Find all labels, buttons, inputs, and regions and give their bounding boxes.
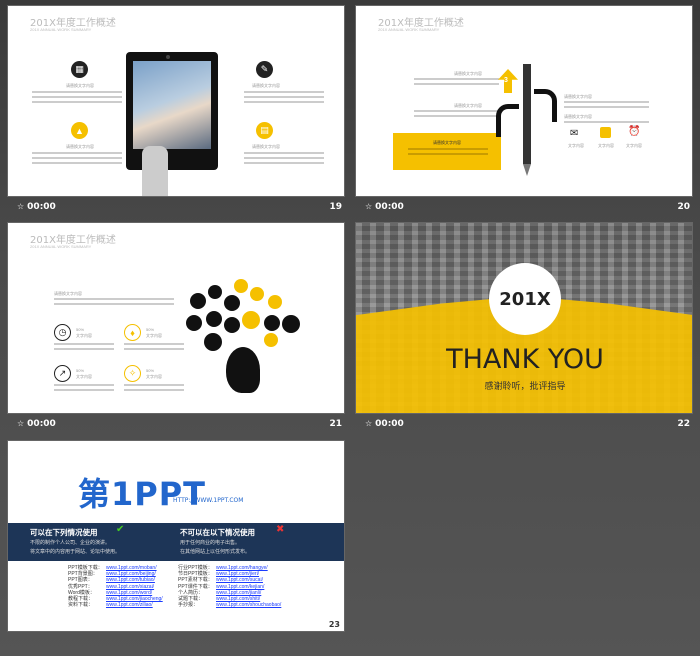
icon-caption: 文字内容 — [598, 143, 614, 148]
slide-subtitle: 201X ANNUAL WORK SUMMARY — [30, 244, 92, 249]
star-icon: ☆ — [17, 202, 25, 211]
link-label: PPT素材下载： — [178, 577, 213, 584]
slide-info-bar: ☆ 00:00 21 — [7, 417, 345, 434]
link-label: 资料下载： — [68, 602, 94, 609]
slide-info-bar: ☆ 00:00 19 — [7, 200, 345, 217]
cannot-use-line-2: 在其他网站上以任何形式发布。 — [180, 549, 251, 555]
resource-link[interactable]: www.1ppt.com/ziliao/ — [106, 602, 163, 608]
chart-icon: ↗ — [54, 365, 71, 382]
resource-link[interactable]: www.1ppt.com/tubiao/ — [106, 577, 163, 583]
mail-icon: ✉ — [570, 128, 579, 139]
right-links: www.1ppt.com/hangye/ www.1ppt.com/jieri/… — [216, 565, 281, 608]
can-use-heading: 可以在下列情况使用 — [30, 528, 98, 537]
slide-19[interactable]: 201X年度工作概述 201X ANNUAL WORK SUMMARY ▦ 请替… — [7, 5, 345, 217]
item-caption: 文字内容 — [146, 333, 162, 338]
slide-timing: ☆ 00:00 — [17, 419, 56, 429]
slide-number: 19 — [329, 202, 342, 212]
item-caption: 文字内容 — [76, 333, 92, 338]
head-icon-cloud-graphic — [184, 275, 304, 395]
tablet-image — [126, 52, 218, 170]
thumbs-up-icon — [600, 127, 611, 138]
slide-thumbnail[interactable]: 第1PPT HTTP://WWW.1PPT.COM 可以在下列情况使用 ✔ 不可… — [7, 440, 345, 632]
percent-label: 50% — [76, 327, 85, 332]
document-icon: ▤ — [256, 122, 273, 139]
icon-caption: 文字内容 — [568, 143, 584, 148]
usage-banner: 可以在下列情况使用 ✔ 不可以在以下情况使用 ✖ 不限的制作个人公司、企业的演讲… — [8, 523, 344, 561]
clock-icon: ◷ — [54, 324, 71, 341]
slide-number: 21 — [329, 419, 342, 429]
left-link-labels: PPT模板下载： PPT背景图： PPT图表： 优秀PPT： Word模板： 教… — [68, 565, 103, 608]
item-label: 请替换文字内容 — [564, 114, 592, 119]
item-label: 请替换文字内容 — [54, 291, 82, 296]
slide-22[interactable]: 201X THANK YOU 感谢聆听，批评指导 ☆ 00:00 22 — [355, 222, 693, 434]
slide-number: 23 — [328, 620, 340, 629]
item-label: 请替换文字内容 — [252, 83, 280, 88]
slide-subtitle: 201X ANNUAL WORK SUMMARY — [378, 27, 440, 32]
item-caption: 文字内容 — [146, 374, 162, 379]
cannot-use-heading: 不可以在以下情况使用 — [180, 528, 255, 537]
lightbulb-icon: ✧ — [124, 365, 141, 382]
right-link-labels: 行业PPT模板： 节日PPT模板： PPT素材下载： PPT课件下载： 个人简历… — [178, 565, 213, 608]
slide-23[interactable]: 第1PPT HTTP://WWW.1PPT.COM 可以在下列情况使用 ✔ 不可… — [7, 440, 345, 652]
slide-21[interactable]: 201X年度工作概述 201X ANNUAL WORK SUMMARY 请替换文… — [7, 222, 345, 434]
item-caption: 文字内容 — [76, 374, 92, 379]
year-circle: 201X — [489, 263, 561, 335]
link-label: 手抄报： — [178, 602, 199, 609]
thank-you-subtitle: 感谢聆听，批评指导 — [484, 381, 566, 391]
slide-thumbnail[interactable]: 201X THANK YOU 感谢聆听，批评指导 — [355, 222, 693, 414]
slide-info-bar: ☆ 00:00 22 — [355, 417, 693, 434]
icon-caption: 文字内容 — [626, 143, 642, 148]
can-use-line-2: 将文章中的内容用于网站、论坛中使用。 — [30, 549, 121, 555]
calendar-icon: ▦ — [71, 61, 88, 78]
slide-number: 22 — [677, 419, 690, 429]
star-icon: ☆ — [365, 419, 373, 428]
left-links: www.1ppt.com/moban/ www.1ppt.com/beijing… — [106, 565, 163, 608]
item-label: 请替换文字内容 — [433, 140, 461, 145]
alarm-clock-icon: ⏰ — [628, 126, 641, 137]
graduation-icon: ▲ — [71, 122, 88, 139]
slide-timing: ☆ 00:00 — [365, 419, 404, 429]
resource-link[interactable]: www.1ppt.com/shouchaobao/ — [216, 602, 281, 608]
percent-label: 50% — [146, 327, 155, 332]
highlight-box: 请替换文字内容 — [393, 133, 501, 170]
slide-info-bar: ☆ 00:00 20 — [355, 200, 693, 217]
slide-timing: ☆ 00:00 — [365, 202, 404, 212]
pencil-arrows-graphic: 3 — [496, 64, 561, 179]
item-label: 请替换文字内容 — [454, 71, 482, 76]
pen-icon: ✎ — [256, 61, 273, 78]
star-icon: ☆ — [365, 202, 373, 211]
percent-label: 50% — [76, 368, 85, 373]
item-label: 请替换文字内容 — [66, 144, 94, 149]
hand-pointer-icon — [142, 146, 168, 196]
step-number: 3 — [504, 77, 508, 84]
slide-thumbnail[interactable]: 201X年度工作概述 201X ANNUAL WORK SUMMARY 请替换文… — [7, 222, 345, 414]
logo-url: HTTP://WWW.1PPT.COM — [173, 497, 244, 504]
thumbs-up-icon: ♦ — [124, 324, 141, 341]
thank-you-title: THANK YOU — [446, 344, 604, 375]
slide-subtitle: 201X ANNUAL WORK SUMMARY — [30, 27, 92, 32]
item-label: 请替换文字内容 — [66, 83, 94, 88]
link-label: PPT课件下载： — [178, 583, 213, 590]
slide-timing: ☆ 00:00 — [17, 202, 56, 212]
year-text: 201X — [499, 288, 551, 310]
item-label: 请替换文字内容 — [564, 94, 592, 99]
item-label: 请替换文字内容 — [454, 103, 482, 108]
slide-number: 20 — [677, 202, 690, 212]
can-use-line-1: 不限的制作个人公司、企业的演讲。 — [30, 540, 111, 546]
cannot-use-line-1: 用于任何商业的电子出售。 — [180, 540, 241, 546]
item-label: 请替换文字内容 — [252, 144, 280, 149]
slide-20[interactable]: 201X年度工作概述 201X ANNUAL WORK SUMMARY 请替换文… — [355, 5, 693, 217]
slide-thumbnail[interactable]: 201X年度工作概述 201X ANNUAL WORK SUMMARY ▦ 请替… — [7, 5, 345, 197]
percent-label: 50% — [146, 368, 155, 373]
logo-text: 第1PPT — [78, 475, 207, 513]
cross-icon: ✖ — [276, 524, 285, 535]
check-icon: ✔ — [116, 524, 125, 535]
star-icon: ☆ — [17, 419, 25, 428]
slide-thumbnail[interactable]: 201X年度工作概述 201X ANNUAL WORK SUMMARY 请替换文… — [355, 5, 693, 197]
